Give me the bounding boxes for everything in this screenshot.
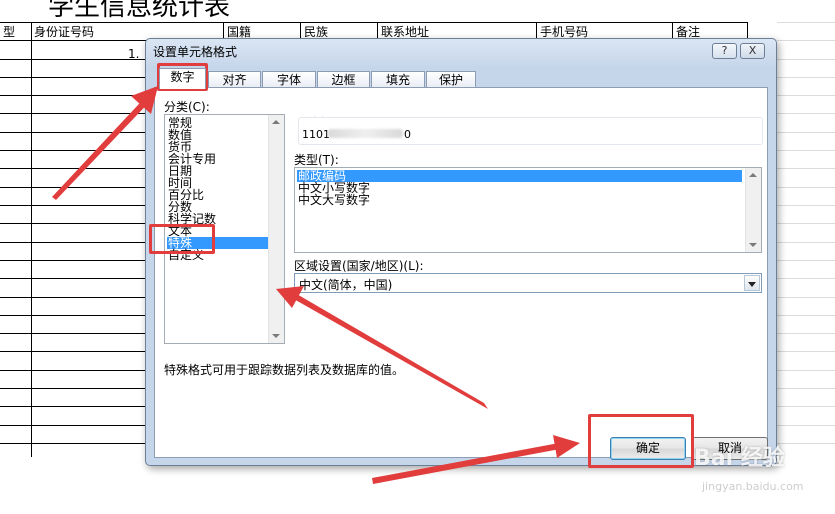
sheet-gridline — [777, 22, 835, 23]
baidu-watermark-url: jingyan.baidu.com — [702, 480, 804, 493]
type-listbox[interactable]: 邮政编码 中文小写数字 中文大写数字 — [294, 167, 762, 253]
category-label: 分类(C): — [164, 100, 210, 114]
sheet-gridline — [777, 406, 835, 407]
scroll-up-icon[interactable] — [749, 173, 757, 177]
locale-value: 中文(简体，中国) — [299, 278, 393, 292]
locale-dropdown-button[interactable] — [744, 275, 760, 291]
sheet-column-border — [31, 22, 32, 457]
sheet-gridline — [777, 315, 835, 316]
sheet-row-border — [0, 22, 748, 23]
sheet-gridline — [777, 77, 835, 78]
format-description: 特殊格式可用于跟踪数据列表及数据库的值。 — [164, 363, 405, 377]
chevron-down-icon — [748, 282, 756, 287]
sheet-gridline — [777, 223, 835, 224]
sheet-gridline — [777, 113, 835, 114]
sheet-gridline — [777, 260, 835, 261]
sheet-gridline — [777, 278, 835, 279]
sheet-gridline — [777, 370, 835, 371]
sheet-gridline — [777, 425, 835, 426]
baidu-watermark-logo: Bai 经验 — [694, 446, 785, 471]
locale-select[interactable]: 中文(简体，中国) — [294, 273, 762, 293]
sheet-gridline — [777, 187, 835, 188]
highlight-special-category — [149, 224, 215, 254]
sheet-gridline — [777, 297, 835, 298]
column-header-type: 型 — [3, 25, 16, 39]
sheet-gridline — [777, 443, 835, 444]
dialog-title: 设置单元格格式 — [153, 45, 238, 59]
sheet-gridline — [777, 351, 835, 352]
locale-label: 区域设置(国家/地区)(L): — [294, 259, 424, 273]
type-item[interactable]: 中文大写数字 — [297, 194, 370, 206]
scroll-down-icon[interactable] — [272, 334, 280, 338]
sheet-gridline — [777, 242, 835, 243]
highlight-ok-button — [588, 414, 694, 468]
sample-value-start: 1101 — [302, 128, 330, 141]
sheet-gridline — [777, 59, 835, 60]
sheet-gridline — [777, 388, 835, 389]
scroll-up-icon[interactable] — [272, 120, 280, 124]
redacted-blur — [328, 129, 403, 138]
sample-value-end: 0 — [404, 128, 411, 141]
close-button[interactable]: X — [740, 43, 765, 59]
sheet-gridline — [777, 205, 835, 206]
tab-number[interactable]: 数字 — [159, 68, 206, 89]
sheet-gridline — [777, 40, 835, 41]
type-scrollbar[interactable] — [745, 168, 761, 252]
sheet-gridline — [777, 95, 835, 96]
sheet-gridline — [777, 168, 835, 169]
format-cells-dialog: 设置单元格格式 ? X 数字 对齐 字体 边框 填充 保护 分类(C): 常规 … — [145, 38, 777, 466]
sheet-title: 学生信息统计表 — [48, 0, 231, 22]
help-button[interactable]: ? — [712, 43, 737, 59]
sheet-gridline — [777, 150, 835, 151]
type-label: 类型(T): — [294, 153, 339, 167]
scroll-down-icon[interactable] — [749, 243, 757, 247]
sheet-gridline — [777, 132, 835, 133]
category-scrollbar[interactable] — [268, 115, 284, 343]
sheet-gridline — [777, 333, 835, 334]
